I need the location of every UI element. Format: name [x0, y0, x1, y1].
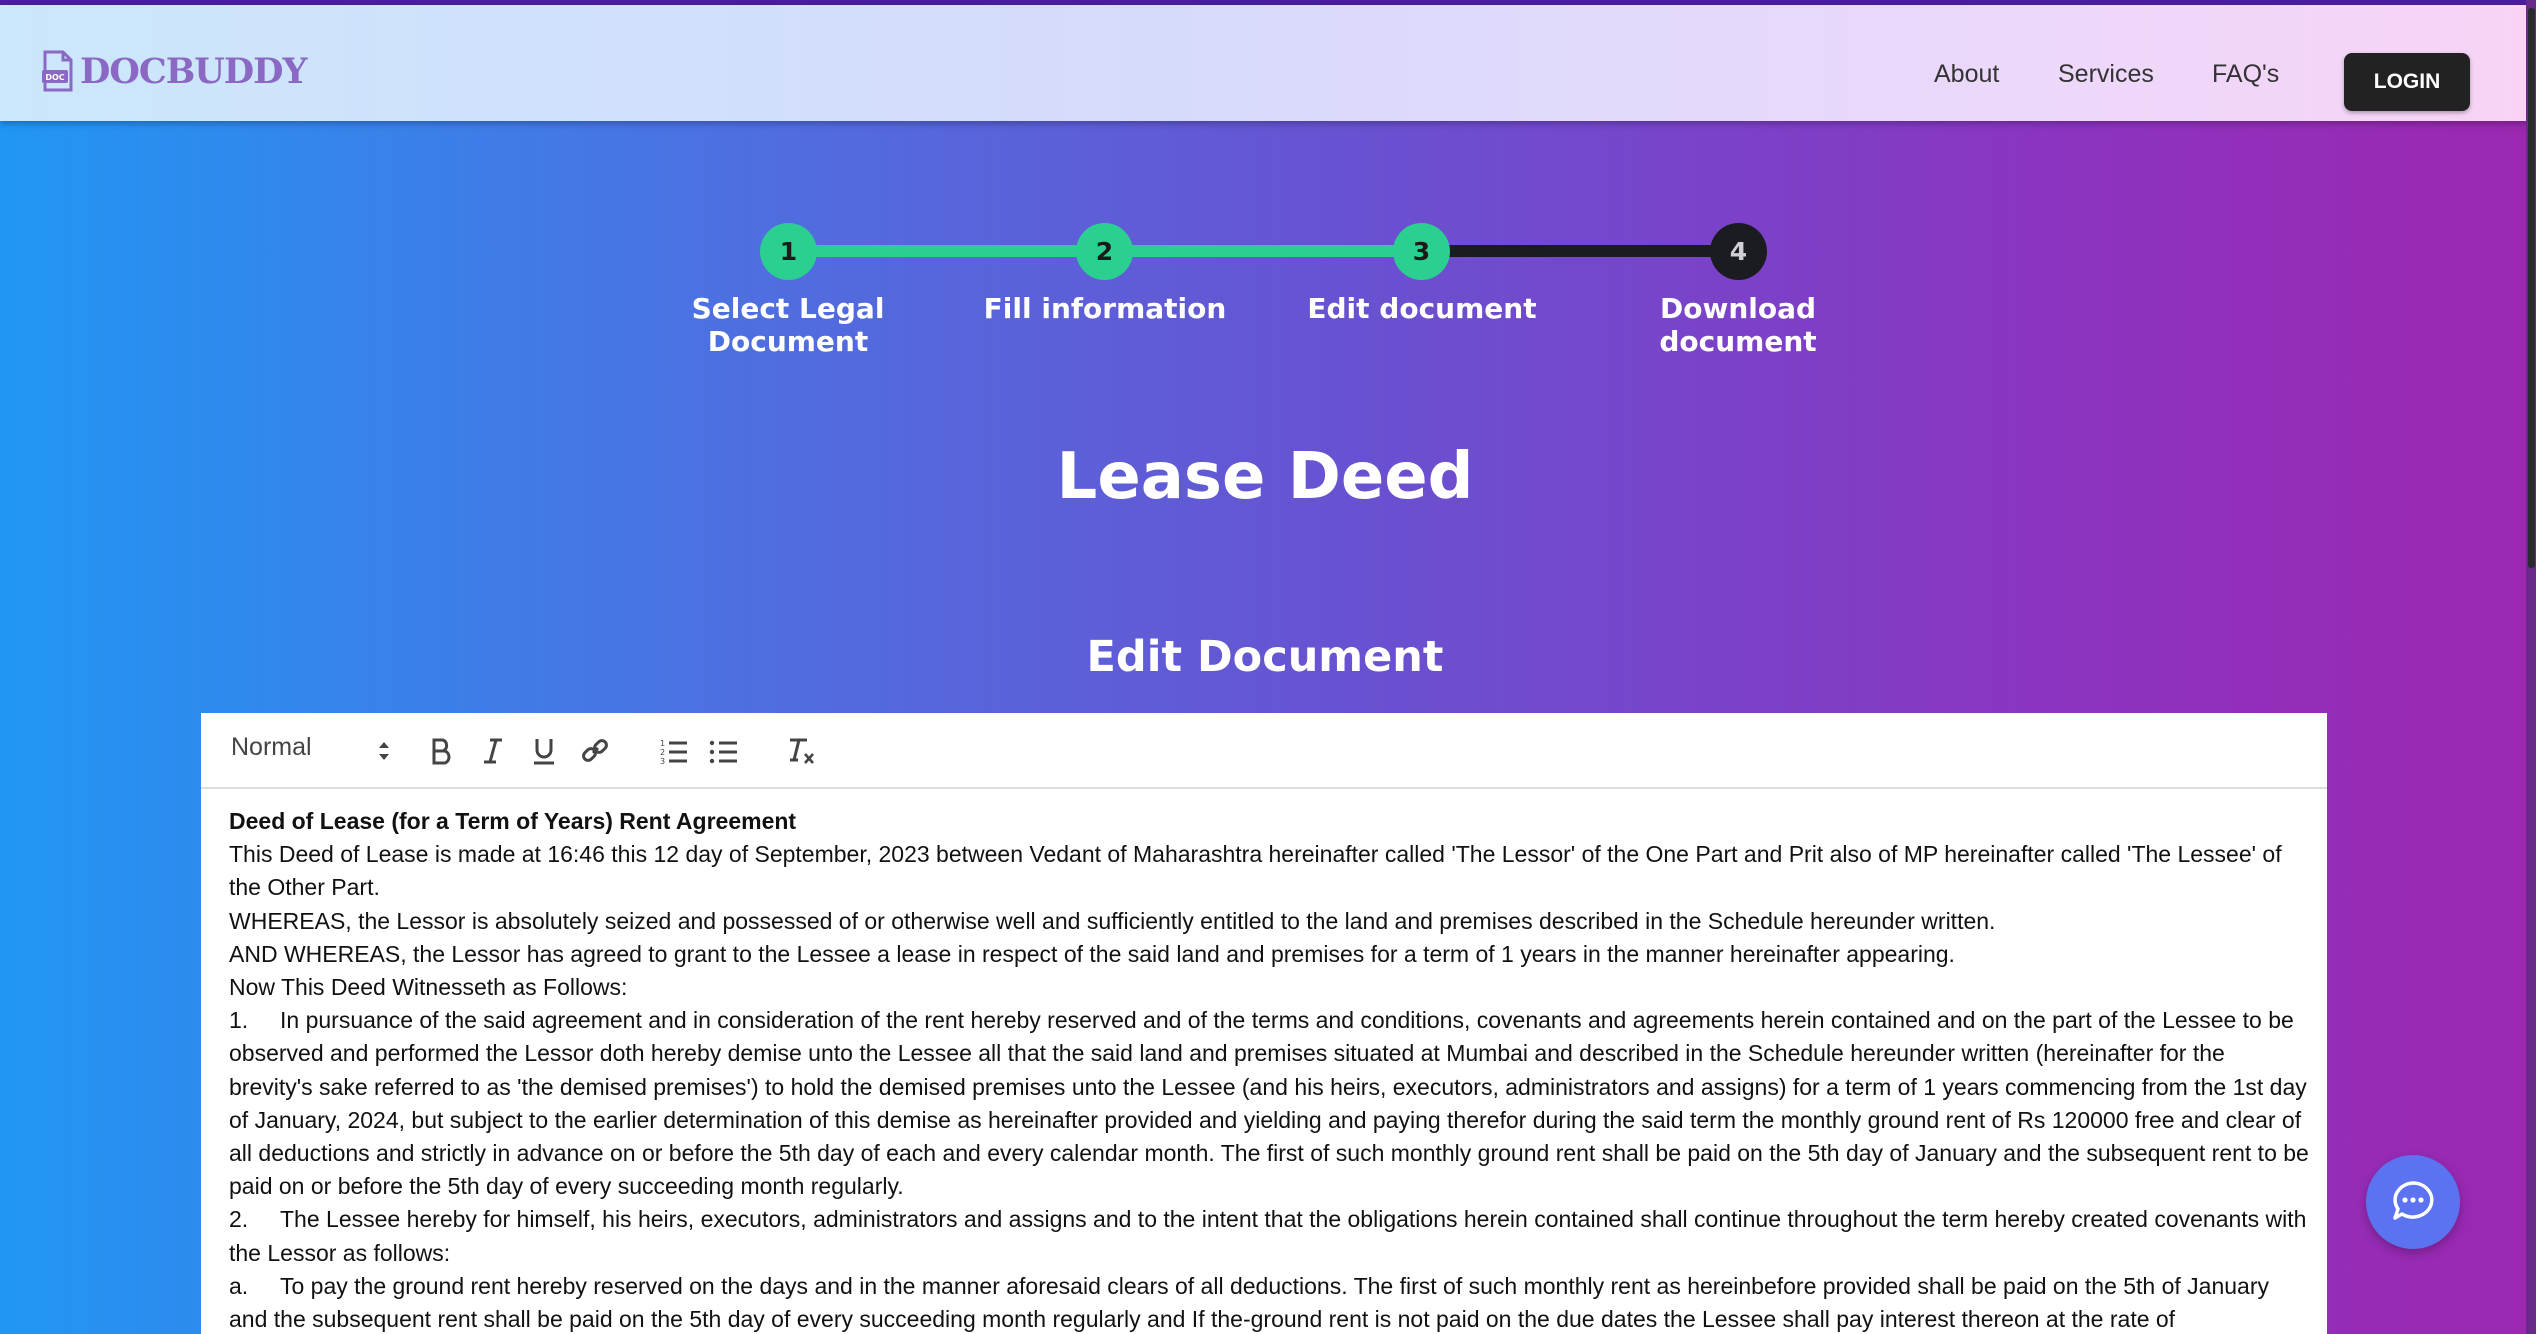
- step-2-label: Fill information: [983, 292, 1227, 325]
- document-paragraph: WHEREAS, the Lessor is absolutely seized…: [229, 907, 1996, 934]
- document-body[interactable]: Deed of Lease (for a Term of Years) Rent…: [229, 805, 2309, 1334]
- editor-toolbar: Normal 123: [201, 713, 2327, 789]
- step-4-circle: 4: [1710, 223, 1767, 280]
- chat-button[interactable]: [2366, 1155, 2460, 1249]
- underline-icon[interactable]: [526, 733, 562, 769]
- document-editor: Normal 123 Deed of Lease (for a Term of …: [201, 713, 2327, 1334]
- step-4-label: Download document: [1659, 292, 1817, 358]
- bold-icon[interactable]: [424, 733, 460, 769]
- clause-text: The Lessee hereby for himself, his heirs…: [229, 1206, 2307, 1266]
- italic-icon[interactable]: [475, 733, 511, 769]
- svg-text:2: 2: [660, 748, 665, 757]
- document-clause: 1. In pursuance of the said agreement and…: [229, 1004, 2309, 1203]
- ordered-list-icon[interactable]: 123: [656, 733, 692, 769]
- document-heading: Deed of Lease (for a Term of Years) Rent…: [229, 808, 797, 834]
- progress-stepper: 1 2 3 4 Select Legal Document Fill infor…: [0, 0, 2536, 358]
- clause-number: 1.: [229, 1007, 249, 1034]
- step-connector-3-4: [1420, 245, 1738, 257]
- clause-number: 2.: [229, 1206, 249, 1233]
- document-clause: 2. The Lessee hereby for himself, his hei…: [229, 1203, 2309, 1269]
- bullet-list-icon[interactable]: [706, 733, 742, 769]
- text-format-select[interactable]: Normal: [231, 733, 391, 769]
- document-clause: a. To pay the ground rent hereby reserved…: [229, 1270, 2309, 1334]
- step-3-label: Edit document: [1307, 292, 1537, 325]
- section-title: Edit Document: [1086, 632, 1444, 682]
- step-2-circle: 2: [1076, 223, 1133, 280]
- document-paragraph: This Deed of Lease is made at 16:46 this…: [229, 841, 2282, 901]
- chat-bubble-icon: [2393, 1181, 2434, 1220]
- document-paragraph: Now This Deed Witnesseth as Follows:: [229, 974, 628, 1001]
- clause-text: In pursuance of the said agreement and i…: [229, 1007, 2309, 1200]
- clear-format-icon[interactable]: [783, 733, 819, 769]
- document-paragraph: AND WHEREAS, the Lessor has agreed to gr…: [229, 940, 1955, 967]
- page-title: Lease Deed: [1056, 440, 1474, 514]
- step-connector-2-3: [1104, 245, 1420, 257]
- link-icon[interactable]: [577, 733, 613, 769]
- clause-number: a.: [229, 1272, 249, 1299]
- step-connector-1-2: [788, 245, 1104, 257]
- scrollbar-thumb[interactable]: [2528, 8, 2535, 568]
- svg-text:1: 1: [660, 739, 665, 748]
- step-1-circle: 1: [760, 223, 817, 280]
- select-arrows-icon: [379, 742, 389, 760]
- text-format-value: Normal: [231, 733, 312, 761]
- step-3-circle: 3: [1393, 223, 1450, 280]
- step-1-label: Select Legal Document: [691, 292, 885, 358]
- svg-text:3: 3: [660, 757, 665, 765]
- clause-text: To pay the ground rent hereby reserved o…: [229, 1272, 2270, 1333]
